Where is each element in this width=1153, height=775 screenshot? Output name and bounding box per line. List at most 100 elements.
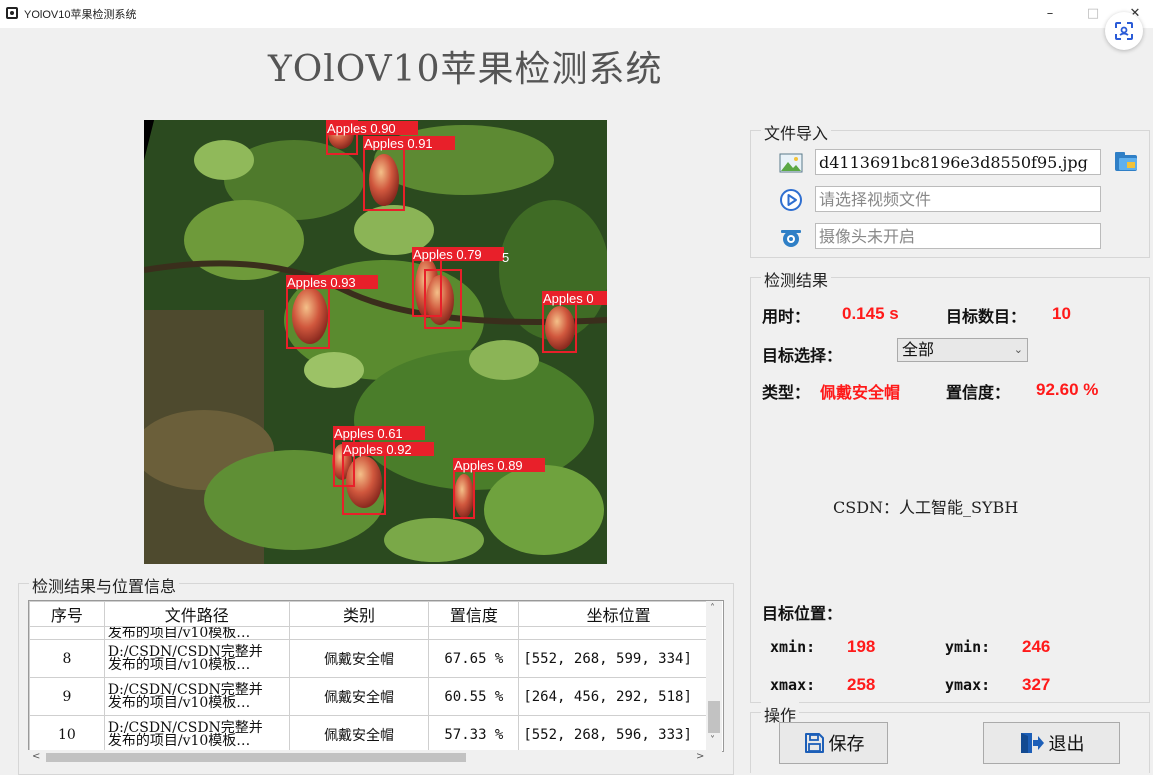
scroll-down-icon[interactable]: ˅: [710, 735, 715, 746]
video-file-input[interactable]: 请选择视频文件: [815, 186, 1101, 212]
chevron-down-icon: ⌄: [1013, 343, 1023, 356]
camera-icon[interactable]: [779, 225, 803, 249]
save-button[interactable]: 保存: [779, 722, 888, 764]
app-icon: [6, 7, 18, 19]
cell-path: D:/CSDN/CSDN完整并 发布的项目/v10模板…: [103, 639, 290, 678]
image-file-input[interactable]: d4113691bc8196e3d8550f95.jpg: [815, 149, 1101, 175]
target-select-value: 全部: [902, 340, 935, 359]
count-value: 10: [1052, 304, 1071, 323]
cell-path-line2: 发布的项目/v10模板…: [107, 656, 251, 673]
camera-input[interactable]: 摄像头未开启: [815, 223, 1101, 249]
cell-class: [288, 626, 430, 640]
cell-class: 佩戴安全帽: [288, 715, 430, 751]
detection-label: Apples 0.90: [327, 121, 396, 136]
cell-path: D:/CSDN/CSDN完整并 发布的项目/v10模板…: [103, 677, 290, 716]
col-header-confidence[interactable]: 置信度: [428, 601, 520, 627]
confidence-label: 置信度：: [946, 383, 1011, 402]
cell-conf: [428, 626, 520, 640]
save-icon: [804, 733, 824, 753]
table-vertical-scrollbar[interactable]: ˄ ˅: [706, 601, 722, 750]
table-row[interactable]: 8 D:/CSDN/CSDN完整并 发布的项目/v10模板… 佩戴安全帽 67.6…: [29, 639, 719, 678]
col-header-index[interactable]: 序号: [29, 601, 105, 627]
detection-label: Apples 0.61: [334, 426, 403, 441]
cell-coord: [552, 268, 599, 334]: [518, 639, 719, 678]
cell-index: 10: [29, 715, 105, 751]
cell-index: [29, 626, 105, 640]
exit-label: 退出: [1048, 734, 1085, 755]
image-icon[interactable]: [779, 151, 803, 175]
cell-path: 发布的项目/v10模板…: [103, 626, 290, 640]
ymax-label: ymax:: [945, 676, 991, 694]
file-import-title: 文件导入: [761, 120, 832, 144]
target-select[interactable]: 全部 ⌄: [897, 338, 1028, 362]
ymax-value: 327: [1022, 675, 1051, 694]
csdn-credit: CSDN：人工智能_SYBH: [833, 498, 1019, 517]
save-label: 保存: [828, 734, 865, 755]
folder-open-icon[interactable]: [1113, 149, 1141, 175]
time-value: 0.145 s: [842, 304, 899, 323]
detection-result-title: 检测结果: [761, 267, 832, 291]
xmax-label: xmax:: [770, 676, 816, 694]
detection-image: Apples 0.90 Apples 0.91 Apples 0.79 5 Ap…: [144, 120, 607, 564]
cell-class: 佩戴安全帽: [288, 677, 430, 716]
xmax-value: 258: [847, 675, 876, 694]
table-row[interactable]: 10 D:/CSDN/CSDN完整并 发布的项目/v10模板… 佩戴安全帽 57.…: [29, 715, 719, 751]
results-table-title: 检测结果与位置信息: [29, 573, 180, 597]
ymin-value: 246: [1022, 637, 1051, 656]
cell-conf: 67.65 %: [428, 639, 520, 678]
detection-label: Apples 0.89: [454, 458, 523, 473]
cell-class: 佩戴安全帽: [288, 639, 430, 678]
vertical-scroll-thumb[interactable]: [708, 701, 720, 733]
detection-label: Apples 0: [543, 291, 594, 306]
horizontal-scroll-thumb[interactable]: [46, 753, 466, 762]
cell-path: D:/CSDN/CSDN完整并 发布的项目/v10模板…: [103, 715, 290, 751]
xmin-value: 198: [847, 637, 876, 656]
detection-label: Apples 0.93: [287, 275, 356, 290]
table-horizontal-scrollbar[interactable]: < >: [28, 750, 722, 765]
cell-conf: 57.33 %: [428, 715, 520, 751]
detection-label: Apples 0.79: [413, 247, 482, 262]
cell-coord: [518, 626, 719, 640]
col-header-class[interactable]: 类别: [288, 601, 430, 627]
cell-coord: [264, 456, 292, 518]: [518, 677, 719, 716]
scroll-right-icon[interactable]: >: [696, 751, 704, 762]
confidence-value: 92.60 %: [1036, 380, 1099, 399]
target-position-label: 目标位置：: [762, 604, 843, 623]
ymin-label: ymin:: [945, 638, 991, 656]
xmin-label: xmin:: [770, 638, 816, 656]
col-header-path[interactable]: 文件路径: [103, 601, 290, 627]
col-header-coords[interactable]: 坐标位置: [518, 601, 719, 627]
page-title: YOlOV10苹果检测系统: [268, 49, 663, 90]
file-import-group: 文件导入 d4113691bc8196e3d8550f95.jpg 请选择视频文…: [750, 120, 1150, 258]
scroll-up-icon[interactable]: ˄: [710, 603, 715, 614]
exit-button[interactable]: 退出: [983, 722, 1120, 764]
cell-conf: 60.55 %: [428, 677, 520, 716]
window-titlebar: YOlOV10苹果检测系统 – □ ✕: [0, 0, 1153, 28]
count-label: 目标数目：: [946, 307, 1027, 326]
type-value: 佩戴安全帽: [820, 383, 901, 402]
minimize-button[interactable]: –: [1035, 4, 1065, 24]
cell-path-line2: 发布的项目/v10模板…: [107, 732, 251, 749]
screenshot-scan-button[interactable]: [1105, 12, 1143, 50]
table-row[interactable]: 9 D:/CSDN/CSDN完整并 发布的项目/v10模板… 佩戴安全帽 60.5…: [29, 677, 719, 716]
apple-tree-photo: Apples 0.90 Apples 0.91 Apples 0.79 5 Ap…: [144, 120, 607, 564]
scroll-left-icon[interactable]: <: [32, 751, 40, 762]
results-table[interactable]: 序号 文件路径 类别 置信度 坐标位置 发布的项目/v10模板… 8 D:/CS…: [28, 600, 724, 752]
detection-label: Apples 0.91: [364, 136, 433, 151]
cell-path-line2: 发布的项目/v10模板…: [107, 694, 251, 711]
target-select-label: 目标选择：: [762, 346, 843, 365]
window-title: YOlOV10苹果检测系统: [24, 9, 137, 21]
detection-label: Apples 0.92: [343, 442, 412, 457]
cell-coord: [552, 268, 596, 333]: [518, 715, 719, 751]
table-row[interactable]: 发布的项目/v10模板…: [29, 626, 719, 640]
type-label: 类型：: [762, 383, 811, 402]
time-label: 用时：: [762, 307, 811, 326]
video-play-icon[interactable]: [779, 188, 803, 212]
table-header-row: 序号 文件路径 类别 置信度 坐标位置: [29, 601, 719, 627]
exit-icon: [1020, 733, 1044, 753]
cell-index: 9: [29, 677, 105, 716]
cell-index: 8: [29, 639, 105, 678]
detection-label: 5: [502, 250, 509, 265]
scan-icon: [1115, 22, 1133, 40]
maximize-button[interactable]: □: [1078, 4, 1108, 24]
